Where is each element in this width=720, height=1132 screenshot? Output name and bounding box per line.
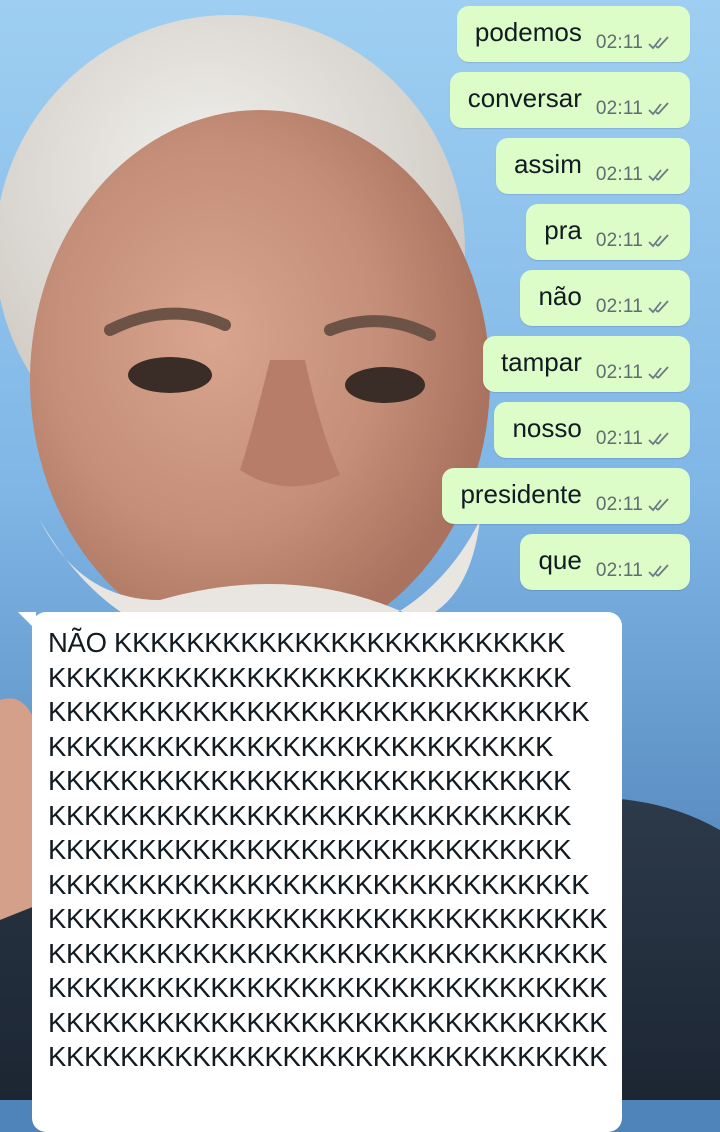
double-check-icon bbox=[648, 102, 669, 116]
message-text: pra bbox=[544, 214, 582, 245]
message-line: KKKKKKKKKKKKKKKKKKKKKKKKKKKKKK bbox=[48, 696, 590, 727]
message-line: NÃO KKKKKKKKKKKKKKKKKKKKKKKKK bbox=[48, 627, 566, 658]
double-check-icon bbox=[648, 36, 669, 50]
message-meta: 02:11 bbox=[596, 230, 674, 252]
double-check-icon bbox=[648, 432, 669, 446]
double-check-icon bbox=[648, 366, 669, 380]
message-meta: 02:11 bbox=[596, 296, 674, 318]
outgoing-message[interactable]: presidente 02:11 bbox=[442, 468, 690, 524]
message-line: KKKKKKKKKKKKKKKKKKKKKKKKKKKKK bbox=[48, 661, 572, 693]
message-meta: 02:11 bbox=[596, 560, 674, 582]
double-check-icon bbox=[648, 564, 669, 578]
message-line: KKKKKKKKKKKKKKKKKKKKKKKKKKKKK bbox=[48, 799, 572, 831]
message-line: KKKKKKKKKKKKKKKKKKKKKKKKKKKKK bbox=[48, 765, 572, 796]
message-line: KKKKKKKKKKKKKKKKKKKKKKKKKKKKKKK bbox=[48, 972, 608, 1003]
message-text: não bbox=[538, 280, 582, 311]
message-text: que bbox=[538, 544, 582, 575]
message-line: KKKKKKKKKKKKKKKKKKKKKKKKKKKKKK bbox=[48, 868, 590, 900]
incoming-message[interactable]: NÃO KKKKKKKKKKKKKKKKKKKKKKKKK KKKKKKKKKK… bbox=[32, 612, 622, 1132]
message-time: 02:11 bbox=[595, 296, 643, 317]
outgoing-message[interactable]: conversar 02:11 bbox=[449, 72, 690, 128]
message-line: KKKKKKKKKKKKKKKKKKKKKKKKKKKKK bbox=[48, 834, 572, 865]
message-time: 02:11 bbox=[595, 32, 643, 53]
message-line: KKKKKKKKKKKKKKKKKKKKKKKKKKKKKKK bbox=[48, 1006, 608, 1038]
message-meta: 02:11 bbox=[596, 32, 674, 54]
message-line: KKKKKKKKKKKKKKKKKKKKKKKKKKKKKKK bbox=[48, 903, 608, 934]
message-text: nosso bbox=[512, 412, 582, 443]
message-text: presidente bbox=[460, 478, 582, 509]
message-time: 02:11 bbox=[595, 494, 643, 515]
message-text: conversar bbox=[467, 82, 582, 113]
message-meta: 02:11 bbox=[596, 164, 674, 186]
message-time: 02:11 bbox=[595, 230, 643, 251]
message-text: podemos bbox=[474, 16, 582, 47]
message-line: KKKKKKKKKKKKKKKKKKKKKKKKKKKKKKK bbox=[48, 937, 608, 969]
message-time: 02:11 bbox=[595, 428, 643, 449]
message-meta: 02:11 bbox=[596, 494, 674, 516]
message-time: 02:11 bbox=[595, 164, 643, 185]
outgoing-message[interactable]: que 02:11 bbox=[520, 534, 690, 590]
double-check-icon bbox=[648, 498, 669, 512]
message-text: assim bbox=[513, 148, 582, 179]
outgoing-message[interactable]: nosso 02:11 bbox=[494, 402, 690, 458]
message-line: KKKKKKKKKKKKKKKKKKKKKKKKKKKKKKK bbox=[48, 1041, 608, 1072]
message-text: tampar bbox=[500, 346, 582, 377]
outgoing-message[interactable]: podemos 02:11 bbox=[456, 6, 690, 62]
message-time: 02:11 bbox=[595, 98, 643, 119]
message-meta: 02:11 bbox=[596, 98, 674, 120]
message-meta: 02:11 bbox=[596, 428, 674, 450]
message-meta: 02:11 bbox=[596, 362, 674, 384]
outgoing-message[interactable]: não 02:11 bbox=[520, 270, 690, 326]
message-time: 02:11 bbox=[595, 362, 643, 383]
double-check-icon bbox=[648, 300, 669, 314]
outgoing-message[interactable]: tampar 02:11 bbox=[482, 336, 690, 392]
outgoing-message[interactable]: assim 02:11 bbox=[495, 138, 690, 194]
double-check-icon bbox=[648, 234, 669, 248]
message-line: KKKKKKKKKKKKKKKKKKKKKKKKKKKK bbox=[48, 730, 554, 762]
outgoing-message[interactable]: pra 02:11 bbox=[526, 204, 690, 260]
message-time: 02:11 bbox=[595, 560, 643, 581]
double-check-icon bbox=[648, 168, 669, 182]
